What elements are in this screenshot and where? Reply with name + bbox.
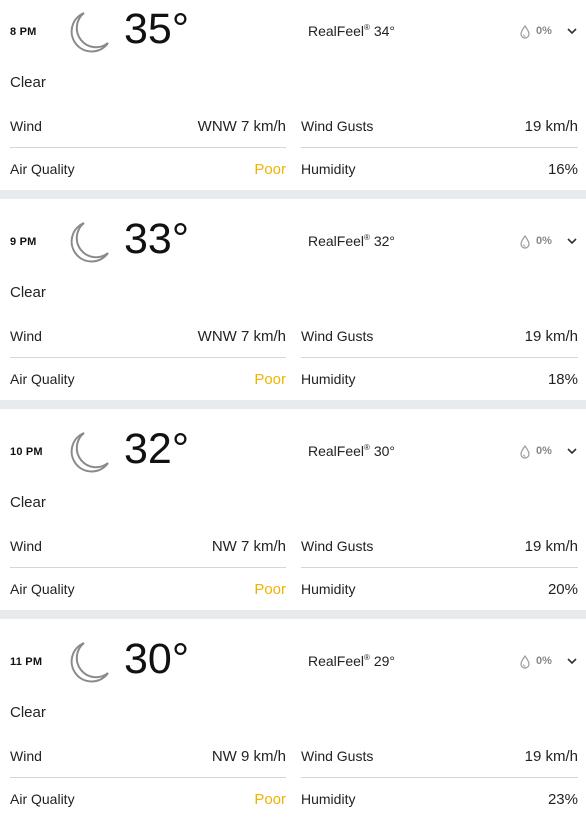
hourly-card[interactable]: 11 PM 30° RealFeel® 29° 0% Clear Wind NW… — [0, 630, 586, 820]
wind-value: WNW 7 km/h — [197, 118, 286, 135]
humidity-label: Humidity — [301, 791, 356, 807]
moon-icon — [70, 222, 109, 263]
air-quality-value: Poor — [254, 371, 286, 388]
humidity-label: Humidity — [301, 161, 356, 177]
wind-gusts-label: Wind Gusts — [301, 328, 374, 344]
wind-value: NW 7 km/h — [211, 538, 286, 555]
card-separator — [0, 400, 586, 409]
realfeel-value: 29° — [373, 653, 395, 669]
hour-time: 8 PM — [10, 26, 37, 38]
air-quality-label: Air Quality — [10, 161, 75, 177]
chevron-down-icon[interactable] — [566, 26, 578, 36]
hour-time: 9 PM — [10, 236, 37, 248]
divider — [301, 777, 578, 778]
temperature: 33° — [124, 215, 190, 263]
realfeel-value: 30° — [373, 443, 395, 459]
realfeel-value: 34° — [373, 23, 395, 39]
humidity-value: 18% — [547, 371, 578, 388]
air-quality-value: Poor — [254, 581, 286, 598]
temperature: 30° — [124, 635, 190, 683]
condition-text: Clear — [10, 74, 46, 91]
realfeel-trademark: ® — [364, 653, 370, 662]
wind-gusts-label: Wind Gusts — [301, 538, 374, 554]
raindrop-icon — [520, 445, 530, 459]
realfeel-trademark: ® — [364, 23, 370, 32]
wind-gusts-label: Wind Gusts — [301, 118, 374, 134]
realfeel-label: RealFeel — [308, 443, 365, 459]
temperature: 35° — [124, 5, 190, 53]
chevron-down-icon[interactable] — [566, 656, 578, 666]
precipitation-probability: 0% — [536, 445, 552, 457]
wind-gusts-label: Wind Gusts — [301, 748, 374, 764]
precipitation-probability: 0% — [536, 235, 552, 247]
raindrop-icon — [520, 25, 530, 39]
moon-icon — [70, 642, 109, 683]
hour-time: 11 PM — [10, 656, 43, 668]
hourly-card[interactable]: 8 PM 35° RealFeel® 34° 0% Clear Wind WNW… — [0, 0, 586, 190]
wind-value: WNW 7 km/h — [197, 328, 286, 345]
humidity-label: Humidity — [301, 371, 356, 387]
divider — [10, 357, 286, 358]
realfeel-trademark: ® — [364, 233, 370, 242]
condition-text: Clear — [10, 494, 46, 511]
card-separator — [0, 190, 586, 199]
humidity-label: Humidity — [301, 581, 356, 597]
divider — [10, 147, 286, 148]
humidity-value: 20% — [547, 581, 578, 598]
humidity-value: 23% — [547, 791, 578, 808]
air-quality-label: Air Quality — [10, 581, 75, 597]
wind-gusts-value: 19 km/h — [524, 538, 578, 555]
moon-icon — [70, 12, 109, 53]
air-quality-value: Poor — [254, 161, 286, 178]
wind-label: Wind — [10, 118, 42, 134]
divider — [10, 567, 286, 568]
humidity-value: 16% — [547, 161, 578, 178]
air-quality-label: Air Quality — [10, 371, 75, 387]
condition-text: Clear — [10, 704, 46, 721]
realfeel-trademark: ® — [364, 443, 370, 452]
raindrop-icon — [520, 655, 530, 669]
chevron-down-icon[interactable] — [566, 236, 578, 246]
realfeel-value: 32° — [373, 233, 395, 249]
precipitation-probability: 0% — [536, 655, 552, 667]
condition-text: Clear — [10, 284, 46, 301]
realfeel: RealFeel® 34° — [308, 23, 395, 39]
hourly-card[interactable]: 9 PM 33° RealFeel® 32° 0% Clear Wind WNW… — [0, 210, 586, 400]
card-separator — [0, 610, 586, 619]
raindrop-icon — [520, 235, 530, 249]
wind-label: Wind — [10, 538, 42, 554]
wind-gusts-value: 19 km/h — [524, 748, 578, 765]
divider — [301, 567, 578, 568]
realfeel: RealFeel® 32° — [308, 233, 395, 249]
realfeel-label: RealFeel — [308, 233, 365, 249]
hour-time: 10 PM — [10, 446, 43, 458]
realfeel: RealFeel® 29° — [308, 653, 395, 669]
wind-label: Wind — [10, 328, 42, 344]
chevron-down-icon[interactable] — [566, 446, 578, 456]
wind-label: Wind — [10, 748, 42, 764]
moon-icon — [70, 432, 109, 473]
air-quality-value: Poor — [254, 791, 286, 808]
air-quality-label: Air Quality — [10, 791, 75, 807]
wind-gusts-value: 19 km/h — [524, 118, 578, 135]
divider — [301, 357, 578, 358]
wind-gusts-value: 19 km/h — [524, 328, 578, 345]
realfeel: RealFeel® 30° — [308, 443, 395, 459]
hourly-card[interactable]: 10 PM 32° RealFeel® 30° 0% Clear Wind NW… — [0, 420, 586, 610]
precipitation-probability: 0% — [536, 25, 552, 37]
divider — [301, 147, 578, 148]
realfeel-label: RealFeel — [308, 653, 365, 669]
realfeel-label: RealFeel — [308, 23, 365, 39]
divider — [10, 777, 286, 778]
wind-value: NW 9 km/h — [211, 748, 286, 765]
temperature: 32° — [124, 425, 190, 473]
